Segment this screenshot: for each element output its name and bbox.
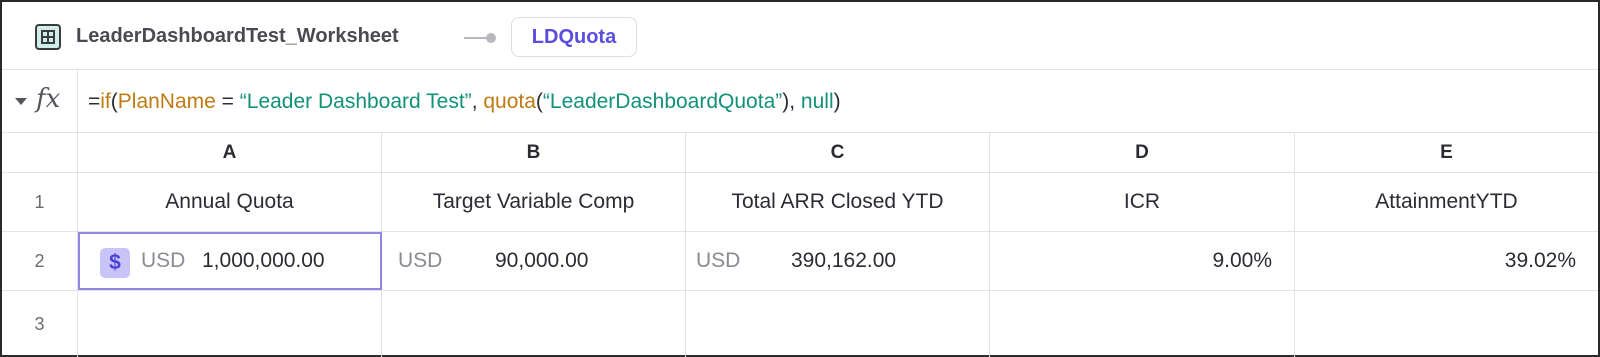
- formula-paren: (: [110, 90, 118, 113]
- cell-d1[interactable]: ICR: [990, 173, 1295, 231]
- ldquota-chip[interactable]: LDQuota: [511, 17, 637, 57]
- cell-b2[interactable]: USD 90,000.00: [382, 232, 686, 290]
- column-header-c[interactable]: C: [686, 133, 990, 172]
- row-number-3[interactable]: 3: [2, 291, 78, 357]
- cell-a3[interactable]: [78, 291, 382, 357]
- currency-code: USD: [398, 249, 443, 272]
- spreadsheet-grid: A B C D E 1 Annual Quota Target Variable…: [2, 133, 1598, 357]
- currency-value: 1,000,000.00: [202, 249, 325, 272]
- column-header-a[interactable]: A: [78, 133, 382, 172]
- cell-d3[interactable]: [990, 291, 1295, 357]
- formula-comma: ,: [471, 90, 484, 113]
- formula-null: null: [800, 90, 834, 113]
- row-number-1[interactable]: 1: [2, 173, 78, 231]
- column-header-d[interactable]: D: [990, 133, 1295, 172]
- currency-value: 90,000.00: [495, 249, 589, 272]
- formula-operator: =: [215, 90, 240, 113]
- cell-b1[interactable]: Target Variable Comp: [382, 173, 686, 231]
- cell-e3[interactable]: [1295, 291, 1598, 357]
- caret-down-icon[interactable]: [15, 98, 27, 105]
- cell-c2[interactable]: USD 390,162.00: [686, 232, 990, 290]
- formula-input[interactable]: =if(PlanName = “Leader Dashboard Test”, …: [88, 90, 841, 114]
- currency-value: 390,162.00: [791, 249, 897, 272]
- worksheet-header: LeaderDashboardTest_Worksheet LDQuota: [2, 2, 1598, 70]
- cell-c1[interactable]: Total ARR Closed YTD: [686, 173, 990, 231]
- function-icon: fx: [36, 84, 61, 114]
- formula-if: if: [100, 90, 111, 113]
- column-header-b[interactable]: B: [382, 133, 686, 172]
- fx-toggle[interactable]: fx: [2, 70, 78, 132]
- cell-b3[interactable]: [382, 291, 686, 357]
- formula-string-1: “Leader Dashboard Test”: [239, 90, 472, 113]
- spreadsheet-window: LeaderDashboardTest_Worksheet LDQuota fx…: [0, 0, 1600, 357]
- table-row: 3: [2, 291, 1598, 357]
- worksheet-title[interactable]: LeaderDashboardTest_Worksheet: [76, 25, 399, 48]
- formula-paren: ),: [782, 90, 801, 113]
- currency-code: USD: [696, 249, 741, 272]
- connector-dot: [486, 33, 496, 43]
- table-row: 2 $ USD 1,000,000.00 USD 90,000.00 USD 3…: [2, 232, 1598, 291]
- formula-bar: fx =if(PlanName = “Leader Dashboard Test…: [2, 70, 1598, 133]
- formula-planname: PlanName: [117, 90, 216, 113]
- currency-dollar-icon[interactable]: $: [100, 248, 130, 278]
- formula-quota: quota: [483, 90, 536, 113]
- formula-paren: (: [535, 90, 543, 113]
- cell-a1[interactable]: Annual Quota: [78, 173, 382, 231]
- column-header-row: A B C D E: [2, 133, 1598, 173]
- currency-code: USD: [141, 249, 186, 272]
- formula-equals: =: [88, 90, 101, 113]
- column-header-e[interactable]: E: [1295, 133, 1598, 172]
- cell-d2[interactable]: 9.00%: [990, 232, 1295, 290]
- formula-paren: ): [833, 90, 841, 113]
- table-row: 1 Annual Quota Target Variable Comp Tota…: [2, 173, 1598, 232]
- cell-a2[interactable]: $ USD 1,000,000.00: [78, 232, 382, 290]
- cell-e1[interactable]: AttainmentYTD: [1295, 173, 1598, 231]
- cell-c3[interactable]: [686, 291, 990, 357]
- table-grid-icon: [35, 24, 61, 50]
- cell-e2[interactable]: 39.02%: [1295, 232, 1598, 290]
- row-number-2[interactable]: 2: [2, 232, 78, 290]
- corner-cell[interactable]: [2, 133, 78, 172]
- formula-string-2: “LeaderDashboardQuota”: [542, 90, 783, 113]
- connector-line: [464, 37, 488, 39]
